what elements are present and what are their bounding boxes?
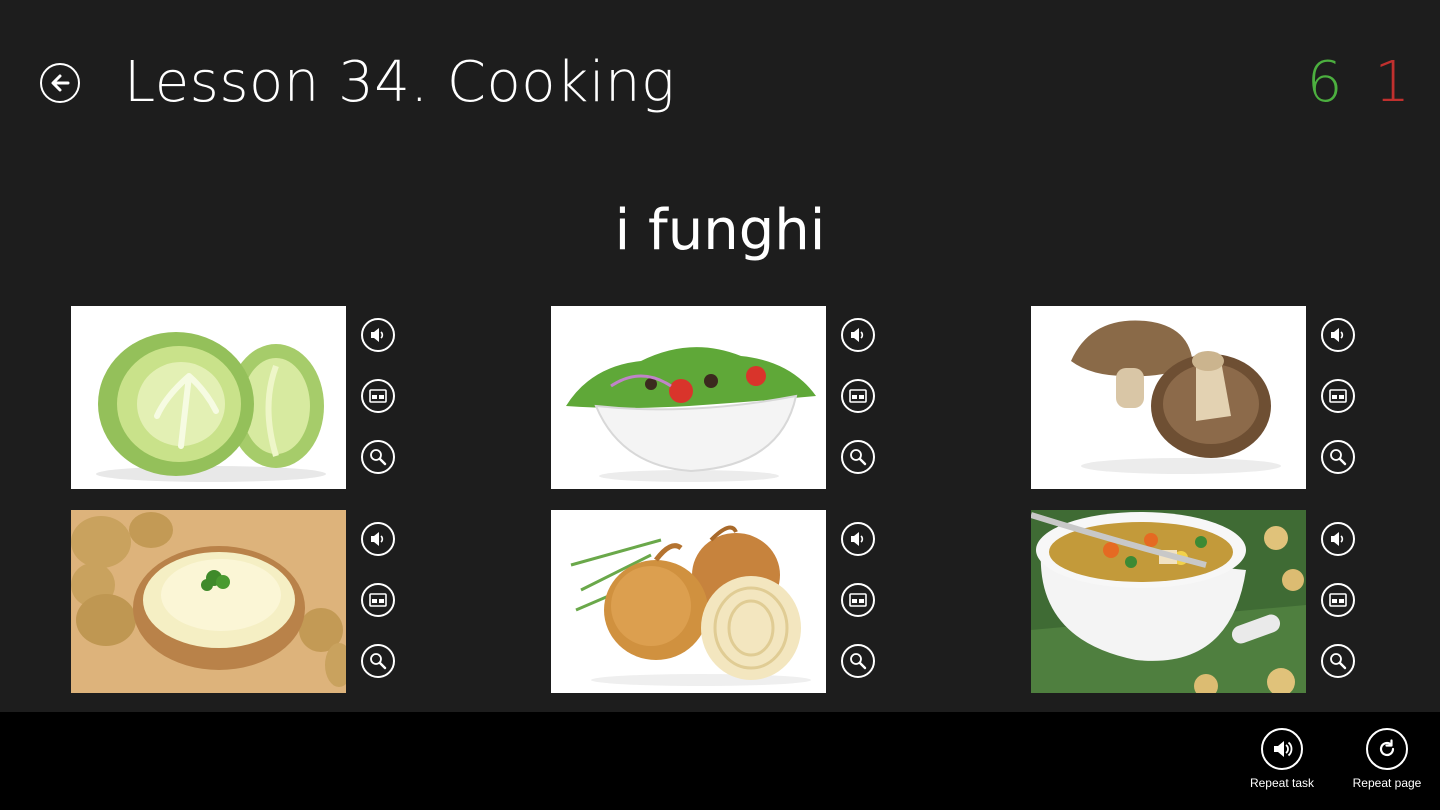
magnifier-icon [370,449,387,466]
onions-image[interactable] [551,510,826,693]
play-sound-button[interactable] [361,318,395,352]
zoom-button[interactable] [1321,440,1355,474]
soup-image[interactable] [1031,510,1306,693]
answer-card [1031,510,1361,693]
answer-card [551,510,881,693]
zoom-button[interactable] [841,644,875,678]
magnifier-icon [370,653,387,670]
card-actions [841,318,875,488]
zoom-button[interactable] [361,644,395,678]
repeat-task-button[interactable]: Repeat task [1227,728,1337,790]
answer-grid [71,306,1401,693]
card-actions [1321,522,1355,692]
magnifier-icon [1330,449,1347,466]
zoom-button[interactable] [841,440,875,474]
repeat-page-button[interactable]: Repeat page [1332,728,1440,790]
salad-image[interactable] [551,306,826,489]
arrow-left-icon [51,74,70,92]
magnifier-icon [1330,653,1347,670]
play-sound-button[interactable] [1321,318,1355,352]
back-button[interactable] [40,63,80,103]
repeat-task-label: Repeat task [1249,776,1315,790]
cabbage-image[interactable] [71,306,346,489]
mushrooms-image[interactable] [1031,306,1306,489]
speaker-icon [371,328,384,342]
zoom-button[interactable] [1321,644,1355,678]
card-icon [369,389,387,403]
show-card-button[interactable] [841,379,875,413]
mashed-potatoes-image[interactable] [71,510,346,693]
show-card-button[interactable] [361,379,395,413]
page-title: Lesson 34. Cooking [124,50,676,115]
magnifier-icon [850,653,867,670]
speaker-icon [851,328,864,342]
play-sound-button[interactable] [841,318,875,352]
card-icon [849,593,867,607]
wrong-count: 1 [1374,50,1410,115]
repeat-page-circle [1366,728,1408,770]
answer-card [71,510,401,693]
card-actions [841,522,875,692]
card-actions [361,522,395,692]
correct-count: 6 [1306,50,1343,115]
refresh-icon [1379,739,1395,757]
speaker-icon [1274,741,1293,757]
show-card-button[interactable] [1321,583,1355,617]
magnifier-icon [850,449,867,466]
zoom-button[interactable] [361,440,395,474]
answer-card [551,306,881,489]
speaker-icon [371,532,384,546]
play-sound-button[interactable] [841,522,875,556]
play-sound-button[interactable] [1321,522,1355,556]
card-icon [369,593,387,607]
show-card-button[interactable] [841,583,875,617]
bottom-app-bar: Repeat task Repeat page [0,712,1440,810]
speaker-icon [1331,328,1344,342]
show-card-button[interactable] [1321,379,1355,413]
card-actions [361,318,395,488]
play-sound-button[interactable] [361,522,395,556]
card-actions [1321,318,1355,488]
answer-card [71,306,401,489]
speaker-icon [851,532,864,546]
answer-card [1031,306,1361,489]
show-card-button[interactable] [361,583,395,617]
card-icon [849,389,867,403]
repeat-task-circle [1261,728,1303,770]
task-word: i funghi [614,198,826,263]
repeat-page-label: Repeat page [1352,776,1422,790]
score: 6 1 [1307,52,1410,114]
card-icon [1329,593,1347,607]
speaker-icon [1331,532,1344,546]
card-icon [1329,389,1347,403]
